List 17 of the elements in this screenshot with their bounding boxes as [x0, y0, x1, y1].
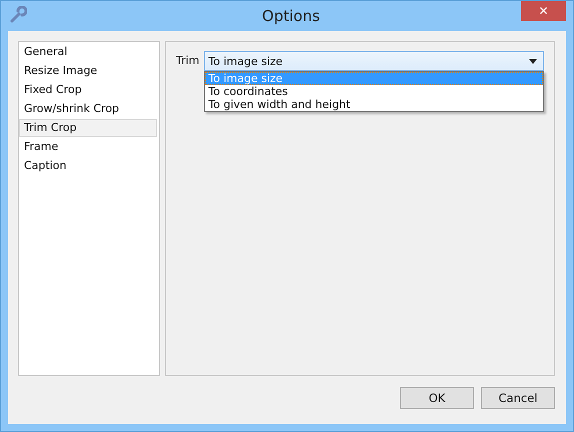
wrench-icon — [9, 6, 27, 24]
category-item[interactable]: Caption — [19, 157, 157, 175]
close-button[interactable]: ✕ — [521, 1, 566, 21]
caret-icon — [529, 58, 537, 64]
cancel-button[interactable]: Cancel — [481, 387, 555, 409]
trim-label: Trim — [176, 53, 200, 69]
category-item[interactable]: Frame — [19, 138, 157, 156]
dropdown-option[interactable]: To coordinates — [205, 85, 543, 98]
trim-dropdown[interactable]: To image size — [204, 51, 544, 71]
category-item[interactable]: Grow/shrink Crop — [19, 100, 157, 118]
category-item[interactable]: Trim Crop — [19, 119, 157, 137]
dropdown-option[interactable]: To given width and height — [205, 98, 543, 111]
category-item[interactable]: Fixed Crop — [19, 81, 157, 99]
ok-button[interactable]: OK — [400, 387, 474, 409]
category-item[interactable]: General — [19, 43, 157, 61]
window-title: Options — [262, 7, 320, 25]
category-item[interactable]: Resize Image — [19, 62, 157, 80]
